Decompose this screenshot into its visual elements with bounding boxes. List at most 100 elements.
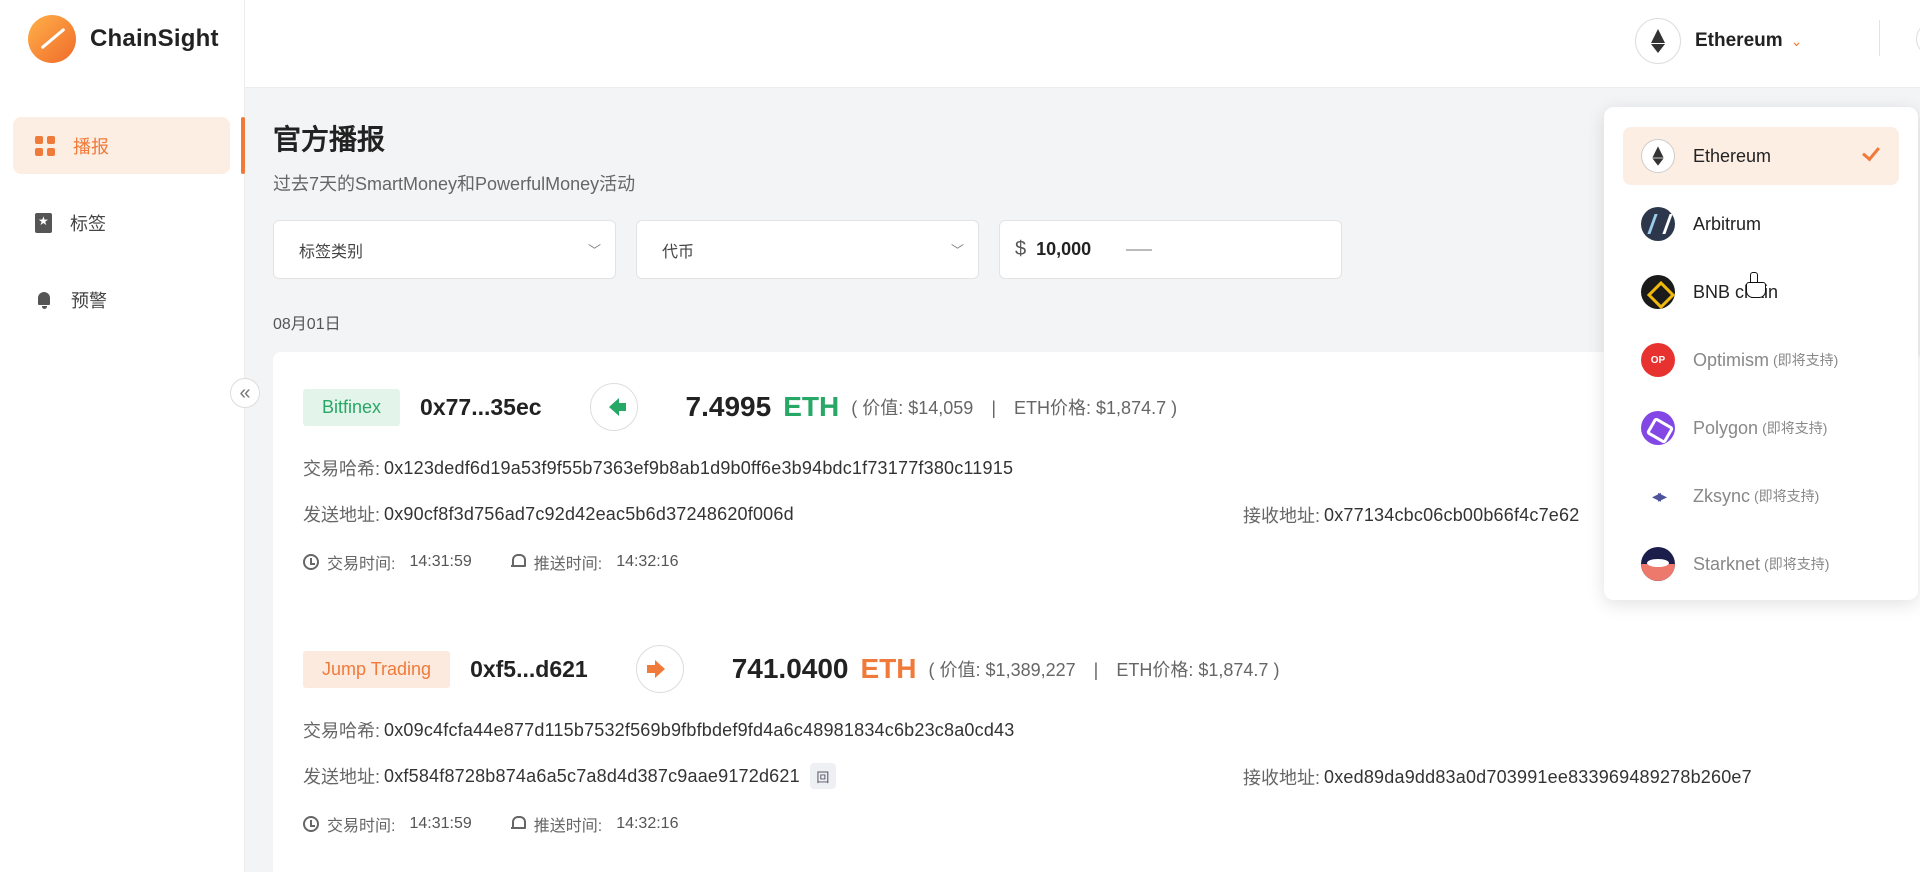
divider [1879,20,1880,56]
receiver: 接收地址: 0x77134cbc06cb00b66f4c7e62 [1243,502,1579,528]
clock-icon [303,816,319,832]
chevron-down-icon: ⌄ [1790,32,1803,49]
chain-option-label: Ethereum [1693,145,1772,166]
inflow-direction-button[interactable] [589,383,638,431]
ethereum-icon [1635,18,1681,64]
bell-icon [510,554,526,570]
token-select[interactable]: 代币 ﹀ [636,220,979,279]
collapse-sidebar-button[interactable]: « [230,378,260,408]
checkmark-icon [1863,141,1877,165]
range-dash [1126,248,1153,251]
brand-name: ChainSight [90,25,219,52]
tx-hash[interactable]: 0x09c4fcfa44e877d115b7532f569b9fbfbdef9f… [384,720,1014,741]
chain-option-arbitrum[interactable]: Arbitrum [1623,195,1899,253]
hash-label: 交易哈希: [303,721,381,741]
chain-option-polygon[interactable]: Polygon (即将支持) [1623,399,1899,457]
from-label: 发送地址: [303,505,381,525]
arrow-right-icon [646,660,665,678]
sidebar-nav: 播报 标签 预警 [13,117,245,348]
brand-logo[interactable]: ChainSight [28,15,219,63]
chain-option-zksync[interactable]: Zksync (即将支持) [1623,467,1899,525]
tx-time-label: 交易时间: [327,556,396,573]
chain-selector[interactable]: Ethereum ⌄ [1635,18,1802,64]
sidebar-item-label: 标签 [70,213,106,234]
to-address[interactable]: 0xed89da9dd83a0d703991ee833969489278b260… [1324,767,1752,788]
chain-option-label: Polygon [1693,417,1759,438]
date-group-label: 08月01日 [273,316,341,333]
dollar-icon: $ [1015,238,1027,260]
hash-label: 交易哈希: [303,459,381,479]
usd-value: $14,059 [908,398,974,418]
coming-soon-label: (即将支持) [1754,488,1820,504]
grid-icon [35,135,55,156]
coming-soon-label: (即将支持) [1762,420,1828,436]
hand-cursor-icon [1746,272,1766,298]
from-address[interactable]: 0xf584f8728b874a6a5c7a8d4d387c9aae9172d6… [384,766,800,787]
current-chain-name: Ethereum [1695,30,1783,51]
min-amount-input[interactable] [1036,239,1117,260]
chain-dropdown-menu: Ethereum Arbitrum BNB chain OP Optimism … [1604,107,1918,600]
sidebar-item-label: 播报 [73,136,109,157]
transfer-amount: 741.0400 [731,653,849,684]
token-placeholder: 代币 [662,243,695,261]
chain-option-ethereum[interactable]: Ethereum [1623,127,1899,185]
user-avatar-partial[interactable] [1916,22,1920,56]
sidebar-item-tags[interactable]: 标签 [13,194,245,251]
copy-icon[interactable]: 回 [809,763,836,789]
arbitrum-icon [1641,207,1675,241]
to-label: 接收地址: [1243,768,1321,788]
tx-hash-row: 交易哈希: 0x09c4fcfa44e877d115b7532f569b9fbf… [303,718,1893,742]
value-info: ( 价值: $1,389,227 | ETH价格: $1,874.7 ) [928,660,1280,680]
chain-option-starknet[interactable]: Starknet (即将支持) [1623,535,1899,593]
double-chevron-left-icon: « [239,381,251,404]
push-time-label: 推送时间: [533,556,603,573]
to-address[interactable]: 0x77134cbc06cb00b66f4c7e62 [1324,505,1579,526]
polygon-icon [1641,411,1675,445]
tx-time: 14:31:59 [409,553,472,570]
token-symbol: ETH [860,653,917,684]
chain-option-label: Arbitrum [1693,213,1762,234]
bookmark-icon [35,212,52,233]
sidebar-item-label: 预警 [71,290,107,311]
optimism-icon: OP [1641,343,1675,377]
push-time: 14:32:16 [616,553,679,570]
bell-icon [510,816,526,832]
tag-type-select[interactable]: 标签类别 ﹀ [273,220,616,279]
filter-bar: 标签类别 ﹀ 代币 ﹀ $ [273,220,1342,279]
receiver: 接收地址: 0xed89da9dd83a0d703991ee8339694892… [1243,764,1752,790]
to-label: 接收地址: [1243,506,1321,526]
chain-option-optimism[interactable]: OP Optimism (即将支持) [1623,331,1899,389]
tx-hash[interactable]: 0x123dedf6d19a53f9f55b7363ef9b8ab1d9b0ff… [384,458,1013,479]
top-bar: Ethereum ⌄ [245,0,1920,88]
coming-soon-label: (即将支持) [1773,352,1839,368]
coming-soon-label: (即将支持) [1764,556,1830,572]
transfer-amount: 7.4995 [685,391,772,422]
entity-tag[interactable]: Bitfinex [303,388,401,426]
sidebar: ChainSight 播报 标签 预警 [0,0,245,872]
chain-option-label: Starknet [1693,553,1761,574]
page-subtitle: 过去7天的SmartMoney和PowerfulMoney活动 [273,174,636,194]
push-time-label: 推送时间: [533,818,603,835]
chevron-down-icon: ﹀ [950,243,964,258]
clock-icon [303,554,319,570]
tx-time-label: 交易时间: [327,818,396,835]
chain-option-label: Zksync [1693,485,1751,506]
from-label: 发送地址: [303,767,381,787]
entity-tag[interactable]: Jump Trading [303,650,451,688]
page-title: 官方播报 [273,124,386,155]
from-address[interactable]: 0x90cf8f3d756ad7c92d42eac5b6d37248620f00… [384,504,794,525]
push-time: 14:32:16 [616,815,679,832]
outflow-direction-button[interactable] [635,645,684,693]
chain-option-label: Optimism [1693,349,1769,370]
address-short[interactable]: 0xf5...d621 [470,656,588,683]
time-row: 交易时间: 14:31:59 推送时间: 14:32:16 [303,812,1893,836]
bnb-icon [1641,275,1675,309]
ethereum-icon [1641,139,1675,173]
sidebar-item-alerts[interactable]: 预警 [13,271,245,328]
address-short[interactable]: 0x77...35ec [420,394,542,421]
sidebar-item-broadcast[interactable]: 播报 [13,117,245,174]
token-symbol: ETH [783,391,840,422]
usd-value: $1,389,227 [985,660,1076,680]
chevron-down-icon: ﹀ [587,243,601,258]
zksync-icon [1641,479,1675,513]
